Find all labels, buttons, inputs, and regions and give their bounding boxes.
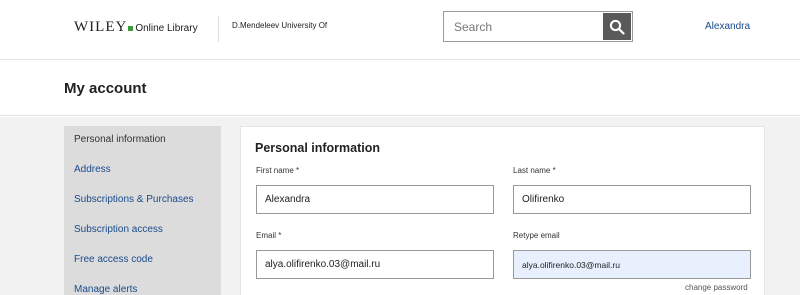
site-header: WILEY Online Library D.Mendeleev Univers… xyxy=(0,0,800,60)
email-field[interactable] xyxy=(256,250,494,279)
form-title: Personal information xyxy=(255,141,381,155)
first-name-field[interactable] xyxy=(256,185,494,214)
retype-email-label: Retype email xyxy=(513,231,560,240)
account-sidebar: Personal information Address Subscriptio… xyxy=(64,126,221,295)
logo-accent-icon xyxy=(128,26,134,31)
personal-information-form: Personal information First name * Last n… xyxy=(240,126,765,295)
logo-brand: WILEY xyxy=(74,19,128,35)
change-password-link[interactable]: change password xyxy=(685,283,748,292)
search-input[interactable] xyxy=(444,12,602,41)
retype-email-field[interactable] xyxy=(513,250,751,279)
institution-name: D.Mendeleev University Of xyxy=(232,21,328,30)
user-menu-link[interactable]: Alexandra xyxy=(705,21,750,32)
search-button[interactable] xyxy=(603,13,631,40)
sidebar-item-manage-alerts[interactable]: Manage alerts xyxy=(74,284,137,295)
header-divider xyxy=(218,16,219,42)
sidebar-item-address[interactable]: Address xyxy=(74,164,111,175)
last-name-label: Last name * xyxy=(513,166,556,175)
sidebar-item-subscription-access[interactable]: Subscription access xyxy=(74,224,163,235)
logo-product: Online Library xyxy=(135,23,198,34)
first-name-label: First name * xyxy=(256,166,300,175)
last-name-field[interactable] xyxy=(513,185,751,214)
search-box xyxy=(443,11,633,42)
sidebar-item-free-access-code[interactable]: Free access code xyxy=(74,254,153,265)
email-label: Email * xyxy=(256,231,282,240)
search-icon xyxy=(609,19,625,35)
page-title: My account xyxy=(64,80,147,97)
wiley-logo[interactable]: WILEY Online Library xyxy=(74,19,198,36)
sidebar-item-subscriptions-purchases[interactable]: Subscriptions & Purchases xyxy=(74,194,194,205)
title-bar: My account xyxy=(0,60,800,116)
sidebar-item-personal-information[interactable]: Personal information xyxy=(74,134,166,145)
